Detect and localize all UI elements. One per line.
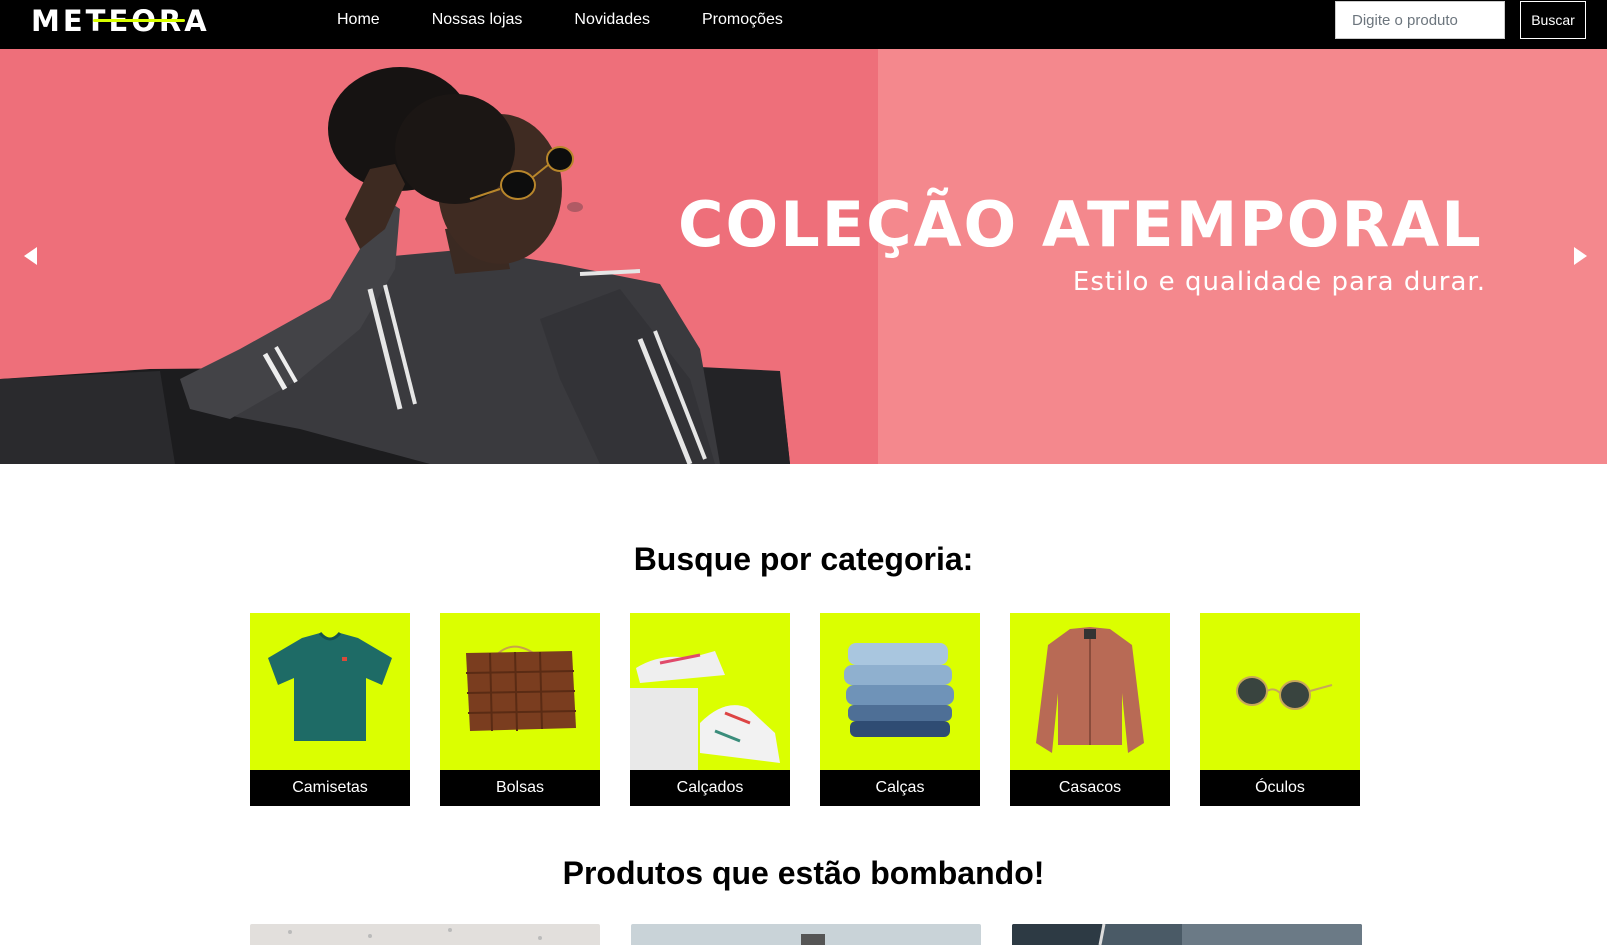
categories-title: Busque por categoria: (633, 541, 974, 577)
products-title: Produtos que estão bombando! (562, 855, 1045, 891)
hero-subtitle: Estilo e qualidade para durar. (1072, 267, 1486, 297)
carousel-prev-icon[interactable] (16, 241, 46, 271)
logo-swoosh (93, 19, 185, 22)
hero-title: COLEÇÃO ATEMPORAL (678, 188, 1483, 261)
product-card[interactable] (250, 924, 600, 945)
category-label: Bolsas (440, 770, 600, 806)
category-list: Camisetas Bolsas Calçados Calças Casacos… (250, 613, 1360, 806)
product-card[interactable] (1012, 924, 1362, 945)
tshirt-image (250, 613, 410, 770)
search-button[interactable]: Buscar (1520, 1, 1586, 39)
hero-carousel: COLEÇÃO ATEMPORAL Estilo e qualidade par… (0, 49, 1607, 464)
category-card-bolsas[interactable]: Bolsas (440, 613, 600, 806)
category-card-calcados[interactable]: Calçados (630, 613, 790, 806)
product-card[interactable] (631, 924, 981, 945)
sneakers-image (630, 613, 790, 770)
logo[interactable]: METEORA (31, 4, 210, 38)
category-label: Casacos (1010, 770, 1170, 806)
carousel-next-icon[interactable] (1565, 241, 1595, 271)
category-label: Calças (820, 770, 980, 806)
nav-link-news[interactable]: Novidades (574, 11, 650, 29)
navbar: METEORA Home Nossas lojas Novidades Prom… (0, 0, 1607, 49)
jacket-image (1010, 613, 1170, 770)
nav-link-home[interactable]: Home (337, 11, 380, 29)
category-label: Calçados (630, 770, 790, 806)
nav-link-stores[interactable]: Nossas lojas (432, 11, 523, 29)
nav-links: Home Nossas lojas Novidades Promoções (337, 0, 835, 40)
product-list (250, 924, 1362, 945)
category-card-casacos[interactable]: Casacos (1010, 613, 1170, 806)
nav-link-promotions[interactable]: Promoções (702, 11, 783, 29)
bag-image (440, 613, 600, 770)
category-label: Camisetas (250, 770, 410, 806)
category-label: Óculos (1200, 770, 1360, 806)
jeans-image (820, 613, 980, 770)
sunglasses-image (1200, 613, 1360, 770)
search-input[interactable] (1335, 1, 1505, 39)
category-card-oculos[interactable]: Óculos (1200, 613, 1360, 806)
category-card-calcas[interactable]: Calças (820, 613, 980, 806)
category-card-camisetas[interactable]: Camisetas (250, 613, 410, 806)
